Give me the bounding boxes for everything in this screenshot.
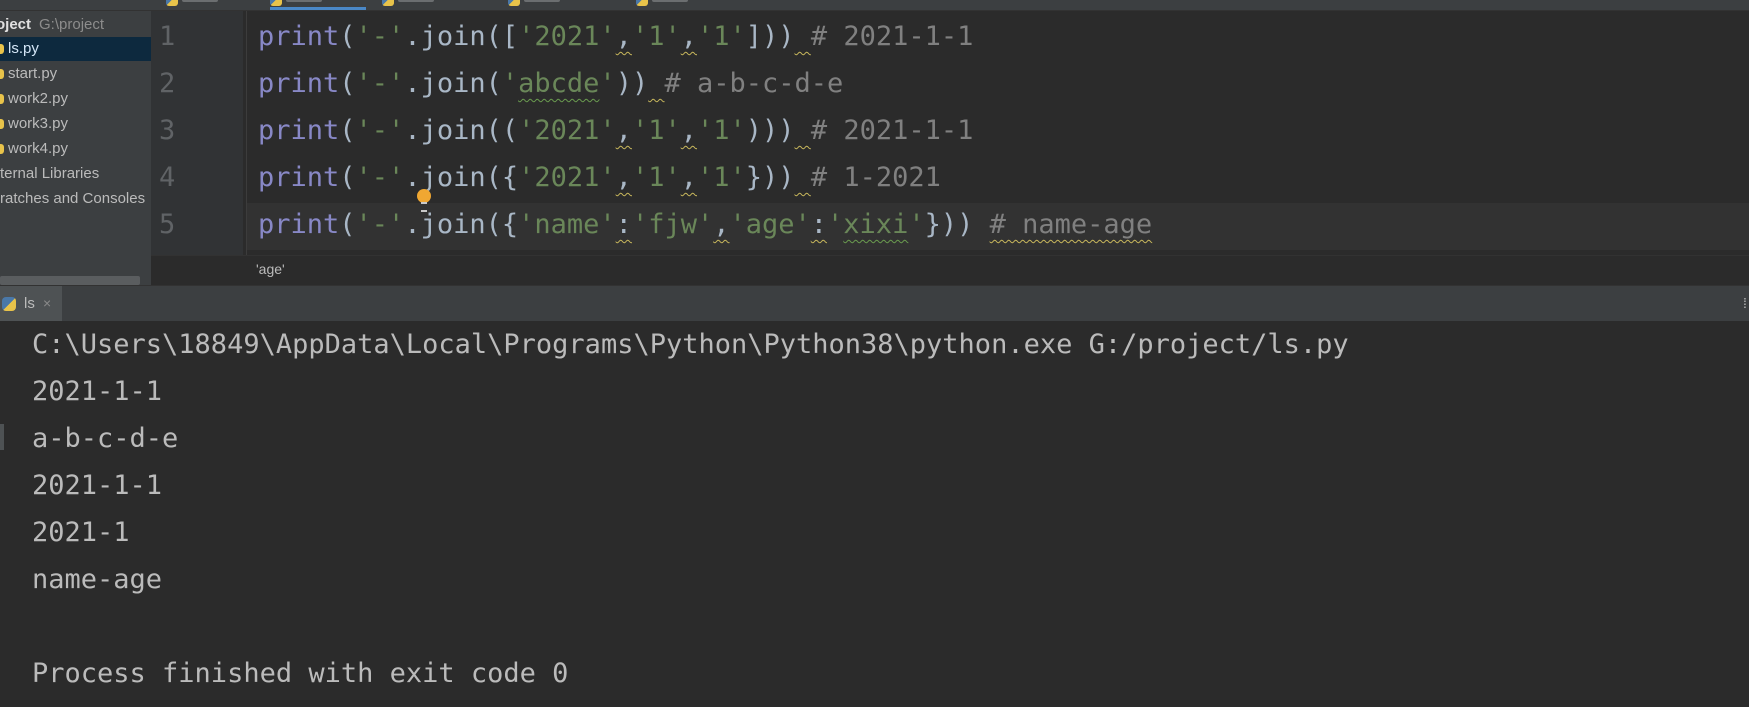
tree-item-work2-py[interactable]: work2.py — [0, 87, 151, 111]
run-console[interactable]: C:\Users\18849\AppData\Local\Programs\Py… — [0, 321, 1749, 707]
code-line-1[interactable]: print('-'.join(['2021','1','1'])) # 2021… — [258, 13, 973, 60]
project-header[interactable]: oject G:\project — [0, 13, 104, 37]
code-line-3[interactable]: print('-'.join(('2021','1','1'))) # 2021… — [258, 107, 973, 154]
editor-tab-strip — [0, 0, 1749, 11]
python-icon — [2, 297, 16, 311]
editor-tab[interactable] — [636, 0, 732, 10]
tree-item-label: ternal Libraries — [0, 165, 100, 182]
console-line: name-age — [32, 564, 163, 595]
line-number: 5 — [159, 209, 176, 240]
tree-item-work4-py[interactable]: work4.py — [0, 137, 151, 161]
breadcrumb: 'age' — [151, 255, 1749, 286]
tree-item-label: ratches and Consoles — [0, 190, 146, 207]
code-comment: # 1-2021 — [810, 162, 941, 193]
tree-item-label: ls.py — [8, 40, 39, 57]
console-scroll-marker — [0, 424, 4, 450]
console-exit-line: Process finished with exit code 0 — [32, 658, 569, 689]
line-number: 3 — [159, 115, 176, 146]
python-file-icon — [0, 94, 4, 105]
run-tab-ls[interactable]: ls × — [0, 286, 62, 321]
python-file-icon — [636, 0, 648, 6]
python-file-icon — [0, 119, 4, 130]
project-panel: ojectG:\project ls.py start.py work2.py … — [0, 11, 152, 285]
code-editor[interactable]: 1 2 3 4 5 print('-'.join(['2021','1','1'… — [151, 11, 1749, 255]
line-number: 2 — [159, 68, 176, 99]
console-line: C:\Users\18849\AppData\Local\Programs\Py… — [32, 329, 1349, 360]
project-title: oject — [0, 16, 32, 33]
editor-tab[interactable] — [508, 0, 608, 10]
python-file-icon — [382, 0, 394, 6]
console-line: a-b-c-d-e — [32, 423, 179, 454]
python-file-icon — [508, 0, 520, 6]
python-file-icon — [270, 0, 282, 6]
line-number-gutter: 1 2 3 4 5 — [151, 11, 243, 255]
editor-tab[interactable] — [166, 0, 246, 10]
tree-item-label: start.py — [8, 65, 58, 82]
python-file-icon — [0, 44, 4, 55]
tree-item-label: work4.py — [8, 140, 69, 157]
project-path: G:\project — [39, 16, 105, 33]
tree-item-external-libraries[interactable]: ternal Libraries — [0, 162, 151, 186]
console-line: 2021-1 — [32, 517, 130, 548]
code-comment: # name-age — [989, 209, 1153, 240]
console-line: 2021-1-1 — [32, 376, 163, 407]
code-comment: # 2021-1-1 — [810, 115, 974, 146]
tree-item-work3-py[interactable]: work3.py — [0, 112, 151, 136]
code-comment: # 2021-1-1 — [810, 21, 974, 52]
code-comment: # a-b-c-d-e — [664, 68, 844, 99]
python-file-icon — [166, 0, 178, 6]
gear-icon[interactable]: ⁞ — [1743, 295, 1749, 311]
lightbulb-icon[interactable] — [417, 189, 431, 212]
tree-item-label: work3.py — [8, 115, 69, 132]
code-line-2[interactable]: print('-'.join('abcde')) # a-b-c-d-e — [258, 60, 843, 107]
console-line: 2021-1-1 — [32, 470, 163, 501]
line-number: 1 — [159, 21, 176, 52]
tree-item-start-py[interactable]: start.py — [0, 62, 151, 86]
python-file-icon — [0, 69, 4, 80]
tree-item-label: work2.py — [8, 90, 69, 107]
tree-item-ls-py[interactable]: ls.py — [0, 37, 151, 61]
run-tab-label: ls — [24, 295, 35, 312]
code-line-4[interactable]: print('-'.join({'2021','1','1'})) # 1-20… — [258, 154, 941, 201]
breadcrumb-item[interactable]: 'age' — [256, 261, 285, 277]
editor-tab-active[interactable] — [270, 0, 366, 10]
horizontal-scrollbar[interactable] — [0, 276, 140, 285]
python-file-icon — [0, 144, 4, 155]
code-line-5[interactable]: print('-'.join({'name':'fjw','age':'xixi… — [258, 201, 1152, 248]
close-icon[interactable]: × — [43, 295, 51, 311]
tree-item-scratches[interactable]: ratches and Consoles — [0, 187, 151, 211]
run-tool-header: ls × ⁞ — [0, 285, 1749, 322]
editor-tab[interactable] — [382, 0, 482, 10]
line-number: 4 — [159, 162, 176, 193]
